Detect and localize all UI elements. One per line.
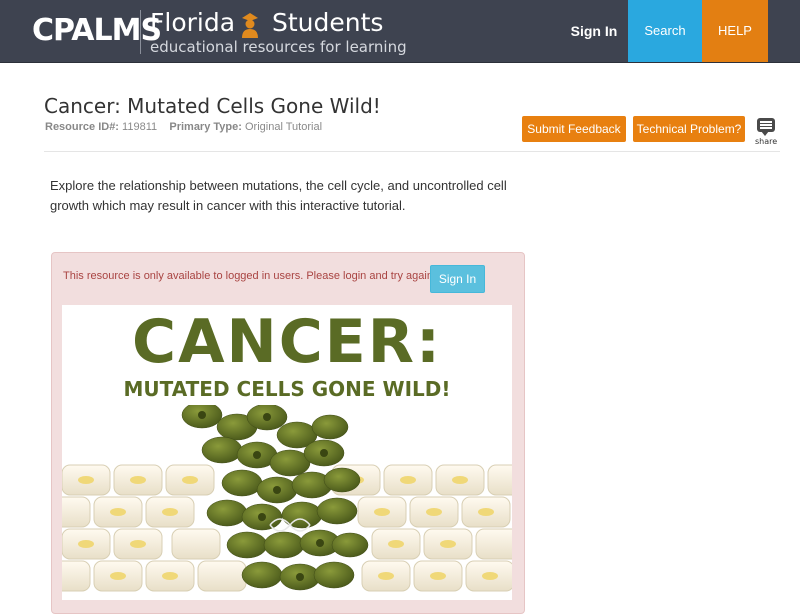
nav-search-button[interactable]: Search (628, 0, 702, 62)
share-icon (757, 118, 775, 136)
tutorial-banner-image: CANCER: MUTATED CELLS GONE WILD! (62, 305, 512, 600)
banner-title: CANCER: (132, 307, 442, 377)
resource-id-label: Resource ID#: (45, 121, 119, 133)
submit-feedback-button[interactable]: Submit Feedback (522, 116, 626, 142)
brand-title-students: Students (272, 8, 384, 37)
resource-id-value: 119811 (122, 121, 158, 133)
header-divider (44, 151, 780, 152)
primary-type-value: Original Tutorial (244, 121, 323, 133)
primary-type-label: Primary Type: (169, 121, 242, 133)
share-button[interactable]: share (755, 118, 777, 146)
share-label: share (755, 137, 778, 146)
banner-subtitle: MUTATED CELLS GONE WILD! (123, 377, 451, 401)
nav-help-button[interactable]: HELP (702, 0, 768, 62)
alert-message: This resource is only available to logge… (63, 270, 436, 282)
brand-title-florida: Florida (150, 8, 236, 37)
brand-subtitle: educational resources for learning (150, 38, 407, 56)
nav-signin-link[interactable]: Sign In (560, 0, 628, 62)
student-icon (242, 13, 258, 38)
technical-problem-button[interactable]: Technical Problem? (633, 116, 745, 142)
top-navbar: CPALMS Florida Students educational reso… (0, 0, 800, 63)
resource-meta: Resource ID#: 119811 Primary Type: Origi… (45, 121, 322, 133)
cpalms-logo[interactable]: CPALMS (32, 13, 162, 48)
alert-signin-button[interactable]: Sign In (430, 265, 485, 293)
resource-description: Explore the relationship between mutatio… (50, 178, 507, 213)
brand-title: Florida Students (150, 8, 383, 38)
logo-divider (140, 10, 141, 54)
cells-illustration (62, 405, 512, 592)
page-title: Cancer: Mutated Cells Gone Wild! (44, 94, 381, 118)
